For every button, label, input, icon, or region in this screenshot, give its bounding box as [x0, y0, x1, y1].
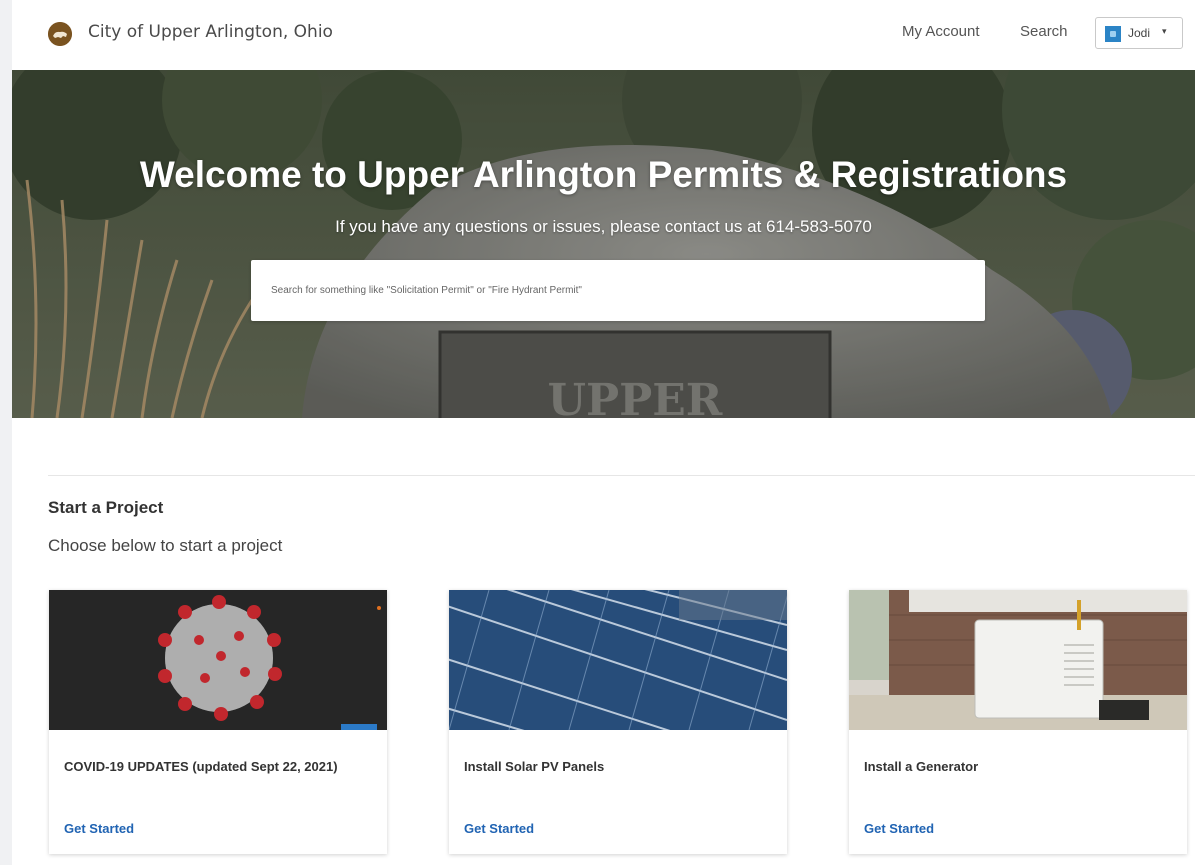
- city-logo-icon[interactable]: [48, 22, 72, 46]
- section-divider: [48, 475, 1195, 476]
- covid-virus-image: [49, 590, 387, 730]
- hero-subtitle: If you have any questions or issues, ple…: [335, 217, 872, 236]
- card-title: Install a Generator: [864, 759, 979, 774]
- user-name: Jodi: [1128, 26, 1151, 40]
- section-subtitle: Choose below to start a project: [48, 536, 283, 555]
- section-title: Start a Project: [48, 498, 164, 517]
- project-card-solar[interactable]: Install Solar PV Panels Get Started: [449, 590, 787, 854]
- card-title: Install Solar PV Panels: [464, 759, 605, 774]
- get-started-link[interactable]: Get Started: [864, 821, 934, 836]
- top-navbar: City of Upper Arlington, Ohio My Account…: [12, 0, 1195, 70]
- project-card-covid[interactable]: COVID-19 UPDATES (updated Sept 22, 2021)…: [49, 590, 387, 854]
- hero-banner: UPPER Welcome to Upper Arlington Permits…: [12, 70, 1195, 418]
- project-card-generator[interactable]: Install a Generator Get Started: [849, 590, 1187, 854]
- get-started-link[interactable]: Get Started: [464, 821, 534, 836]
- generator-image: [849, 590, 1187, 730]
- solar-panels-image: [449, 590, 787, 730]
- user-avatar-icon: [1105, 26, 1121, 42]
- card-title: COVID-19 UPDATES (updated Sept 22, 2021): [64, 759, 338, 774]
- hero-title: Welcome to Upper Arlington Permits & Reg…: [139, 154, 1068, 195]
- site-title[interactable]: City of Upper Arlington, Ohio: [88, 22, 333, 42]
- page: City of Upper Arlington, Ohio My Account…: [12, 0, 1195, 865]
- my-account-link[interactable]: My Account: [902, 23, 980, 40]
- chevron-down-icon: ▾: [1162, 26, 1167, 36]
- project-search-input[interactable]: [251, 260, 985, 321]
- user-menu-button[interactable]: Jodi ▾: [1095, 17, 1183, 49]
- hero-background-image: UPPER: [12, 70, 1195, 418]
- get-started-link[interactable]: Get Started: [64, 821, 134, 836]
- search-link[interactable]: Search: [1020, 23, 1068, 40]
